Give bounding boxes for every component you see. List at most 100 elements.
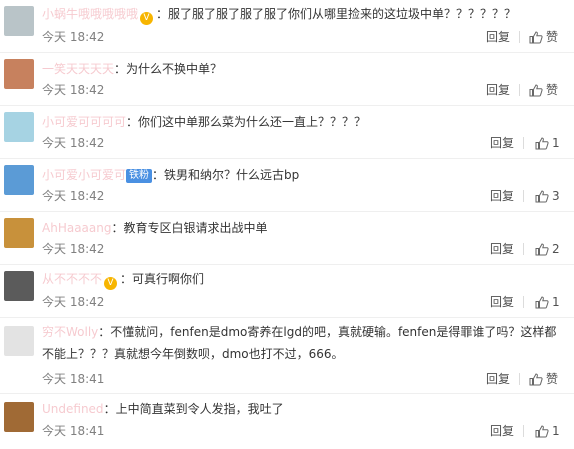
like-count: 1 <box>552 295 560 309</box>
like-button[interactable]: 赞 <box>529 29 558 45</box>
reply-button[interactable]: 回复 <box>490 294 514 310</box>
colon: ： <box>111 221 124 235</box>
comment-text: 为什么不换中单？ <box>126 62 223 76</box>
comment-text: 铁男和纳尔？什么远古bp <box>164 168 300 182</box>
reply-button[interactable]: 回复 <box>490 188 514 204</box>
username[interactable]: 小可爱小可爱可 <box>42 168 126 182</box>
divider <box>523 190 524 202</box>
username[interactable]: Undefined <box>42 402 104 416</box>
divider <box>523 425 524 437</box>
reply-button[interactable]: 回复 <box>486 29 510 45</box>
thumbs-up-icon <box>535 136 549 149</box>
colon: ： <box>156 7 169 21</box>
comment-item: 小蜗牛哦哦哦哦哦 V ：服了服了服了服了服了你们从哪里捡来的这垃圾中单？？？？？？ … <box>0 0 574 53</box>
comment-item: 小可爱可可可可：你们这中单那么菜为什么还一直上？？？？ 今天 18:42 回复 … <box>0 106 574 159</box>
timestamp: 今天 18:42 <box>42 83 105 97</box>
comment-text: 你们这中单那么菜为什么还一直上？？？？ <box>138 115 367 129</box>
divider <box>519 373 520 385</box>
divider <box>523 243 524 255</box>
fan-badge: 铁粉 <box>126 169 153 183</box>
timestamp: 今天 18:41 <box>42 372 105 386</box>
comment-line: Undefined：上中简直菜到令人发指，我吐了 <box>42 399 562 419</box>
comment-item: Undefined：上中简直菜到令人发指，我吐了 今天 18:41 回复 1 <box>0 394 574 449</box>
thumbs-up-icon <box>535 189 549 202</box>
avatar[interactable] <box>4 59 34 89</box>
comment-item: 小可爱小可爱可 铁粉 ：铁男和纳尔？什么远古bp 今天 18:42 回复 3 <box>0 159 574 212</box>
comment-line: 穷不Wolly：不懂就问，fenfen是dmo寄养在lgd的吧，真就硬输。fen… <box>42 321 562 365</box>
comment-text: 服了服了服了服了服了你们从哪里捡来的这垃圾中单？？？？？？ <box>168 7 517 21</box>
colon: ： <box>152 168 165 182</box>
avatar[interactable] <box>4 165 34 195</box>
thumbs-up-icon <box>529 30 543 43</box>
comment-item: 穷不Wolly：不懂就问，fenfen是dmo寄养在lgd的吧，真就硬输。fen… <box>0 318 574 394</box>
like-button[interactable]: 1 <box>535 135 560 151</box>
timestamp: 今天 18:42 <box>42 242 105 256</box>
like-button[interactable]: 3 <box>535 188 560 204</box>
like-count: 赞 <box>546 372 559 386</box>
username[interactable]: 小可爱可可可可 <box>42 115 126 129</box>
thumbs-up-icon <box>535 424 549 437</box>
comment-line: 一笑天天天天：为什么不换中单？ <box>42 59 562 79</box>
reply-button[interactable]: 回复 <box>486 371 510 387</box>
timestamp: 今天 18:41 <box>42 424 105 438</box>
comment-text: 教育专区白银请求出战中单 <box>123 221 268 235</box>
username[interactable]: 一笑天天天天 <box>42 62 114 76</box>
comment-line: 从不不不不 V ：可真行啊你们 <box>42 269 562 290</box>
timestamp: 今天 18:42 <box>42 189 105 203</box>
comment-item: AhHaaaang：教育专区白银请求出战中单 今天 18:42 回复 2 <box>0 212 574 265</box>
username[interactable]: AhHaaaang <box>42 221 111 235</box>
like-count: 1 <box>552 424 560 438</box>
username[interactable]: 穷不Wolly <box>42 325 98 339</box>
comment-text: 上中简直菜到令人发指，我吐了 <box>115 402 284 416</box>
like-count: 赞 <box>546 83 559 97</box>
thumbs-up-icon <box>529 83 543 96</box>
divider <box>519 31 520 43</box>
colon: ： <box>126 115 139 129</box>
like-count: 赞 <box>546 30 559 44</box>
reply-button[interactable]: 回复 <box>490 135 514 151</box>
comment-text: 可真行啊你们 <box>132 272 205 286</box>
colon: ： <box>120 272 133 286</box>
like-count: 3 <box>552 189 560 203</box>
vip-icon: V <box>104 277 118 290</box>
avatar[interactable] <box>4 112 34 142</box>
like-button[interactable]: 赞 <box>529 371 558 387</box>
like-button[interactable]: 赞 <box>529 82 558 98</box>
reply-button[interactable]: 回复 <box>490 423 514 439</box>
like-button[interactable]: 1 <box>535 423 560 439</box>
like-count: 2 <box>552 242 560 256</box>
like-count: 1 <box>552 136 560 150</box>
username[interactable]: 小蜗牛哦哦哦哦哦 <box>42 7 138 21</box>
avatar[interactable] <box>4 271 34 301</box>
vip-icon: V <box>140 12 154 25</box>
avatar[interactable] <box>4 326 34 356</box>
timestamp: 今天 18:42 <box>42 30 105 44</box>
comment-item: 从不不不不 V ：可真行啊你们 今天 18:42 回复 1 <box>0 265 574 318</box>
colon: ： <box>114 62 127 76</box>
comment-line: 小可爱小可爱可 铁粉 ：铁男和纳尔？什么远古bp <box>42 165 562 185</box>
comment-line: 小蜗牛哦哦哦哦哦 V ：服了服了服了服了服了你们从哪里捡来的这垃圾中单？？？？？？ <box>42 4 562 25</box>
thumbs-up-icon <box>529 372 543 385</box>
comment-item: 一笑天天天天：为什么不换中单？ 今天 18:42 回复 赞 <box>0 53 574 106</box>
comment-line: AhHaaaang：教育专区白银请求出战中单 <box>42 218 562 238</box>
reply-button[interactable]: 回复 <box>490 241 514 257</box>
comment-text: 不懂就问，fenfen是dmo寄养在lgd的吧，真就硬输。fenfen是得罪谁了… <box>42 325 557 361</box>
avatar[interactable] <box>4 218 34 248</box>
timestamp: 今天 18:42 <box>42 136 105 150</box>
divider <box>519 84 520 96</box>
username[interactable]: 从不不不不 <box>42 272 102 286</box>
avatar[interactable] <box>4 6 34 36</box>
timestamp: 今天 18:42 <box>42 295 105 309</box>
reply-button[interactable]: 回复 <box>486 82 510 98</box>
colon: ： <box>98 325 111 339</box>
thumbs-up-icon <box>535 242 549 255</box>
thumbs-up-icon <box>535 295 549 308</box>
like-button[interactable]: 1 <box>535 294 560 310</box>
comment-list: 小蜗牛哦哦哦哦哦 V ：服了服了服了服了服了你们从哪里捡来的这垃圾中单？？？？？？ … <box>0 0 574 449</box>
comment-line: 小可爱可可可可：你们这中单那么菜为什么还一直上？？？？ <box>42 112 562 132</box>
like-button[interactable]: 2 <box>535 241 560 257</box>
divider <box>523 296 524 308</box>
avatar[interactable] <box>4 402 34 432</box>
colon: ： <box>103 402 116 416</box>
divider <box>523 137 524 149</box>
